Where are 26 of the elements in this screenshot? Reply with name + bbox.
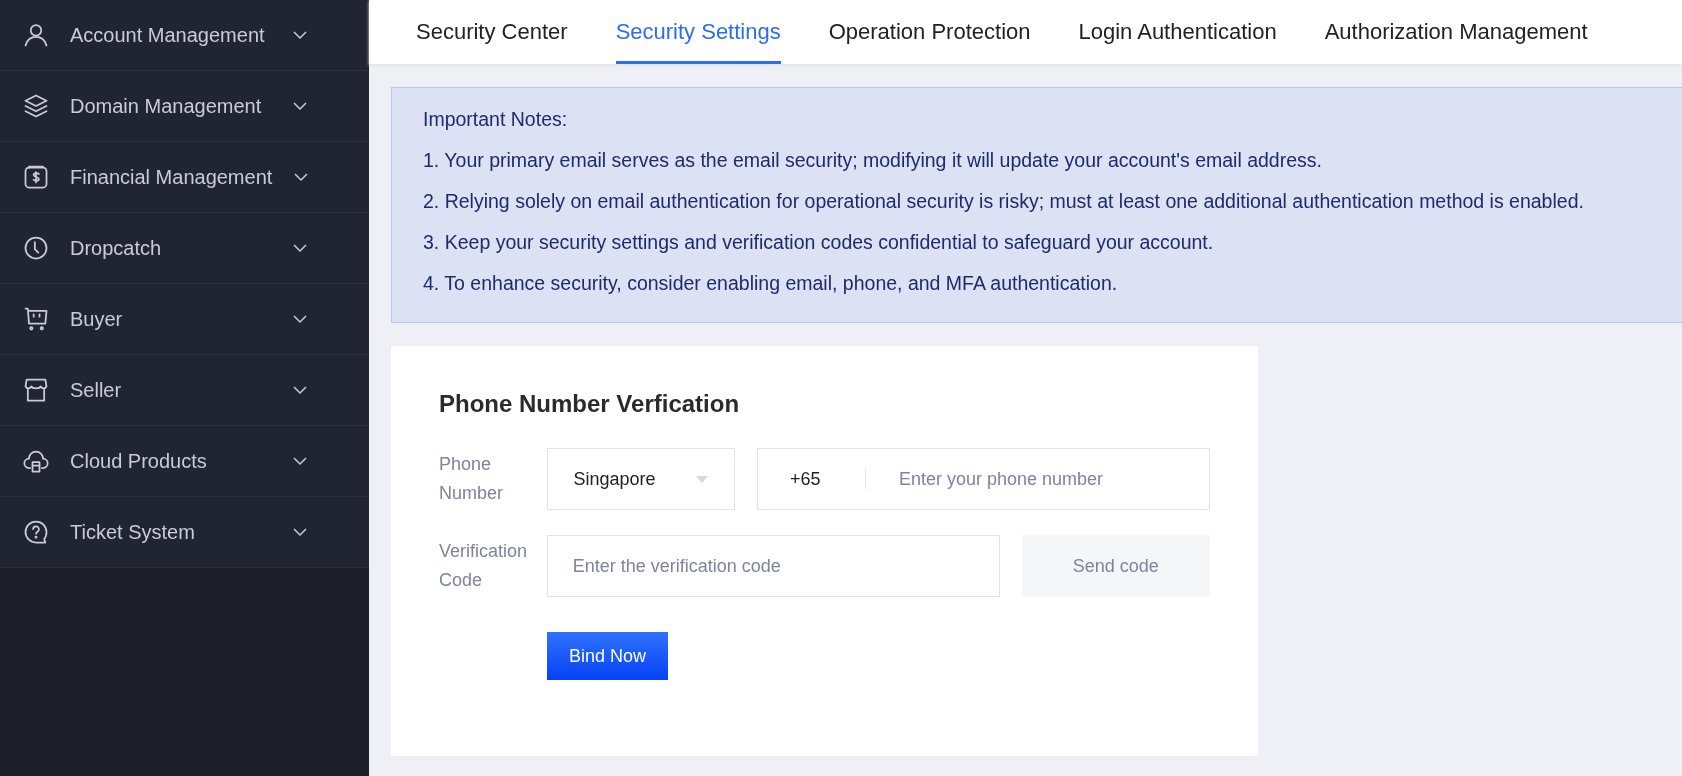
tab[interactable]: Operation Protection (828, 0, 1031, 64)
tab[interactable]: Security Settings (615, 0, 781, 64)
sidebar-item[interactable]: Cloud Products (0, 426, 369, 497)
tab[interactable]: Login Authentication (1078, 0, 1277, 64)
notes-title: Important Notes: (423, 108, 569, 131)
note-text: 4. To enhance security, consider enabling email, phone, and MFA authentication. (423, 272, 1119, 295)
field-label: Verification Code (439, 540, 529, 592)
sidebar-item[interactable]: Financial Management (0, 142, 369, 213)
note-text: 2. Relying solely on email authentication for operational security is risky; must at least one additional authentication method is enabled. (423, 190, 1585, 213)
tab[interactable]: Security Center (416, 0, 568, 64)
verification-code-field[interactable]: Enter the verification code (546, 535, 1000, 597)
sidebar-item[interactable]: Seller (0, 355, 369, 426)
sidebar-item[interactable]: Account Management (0, 0, 369, 71)
sidebar-item[interactable]: Dropcatch (0, 213, 369, 284)
phone-field[interactable]: +65 Enter your phone number (756, 448, 1210, 510)
sidebar-item[interactable]: Buyer (0, 284, 369, 355)
bind-now-button[interactable]: Bind Now (547, 632, 669, 680)
sidebar-item[interactable]: Ticket System (0, 497, 369, 568)
field-label: Phone Number (439, 453, 505, 505)
country-select[interactable]: Singapore (546, 448, 735, 510)
form-title: Phone Number Verfication (439, 390, 741, 418)
sidebar-item[interactable]: Domain Management (0, 71, 369, 142)
phone-number-input[interactable]: Enter your phone number (896, 467, 1209, 491)
tab[interactable]: Authorization Management (1324, 0, 1588, 64)
note-text: 1. Your primary email serves as the email security; modifying it will update your account's email address. (423, 149, 1323, 172)
note-text: 3. Keep your security settings and verification codes confidential to safeguard your account. (423, 231, 1215, 254)
